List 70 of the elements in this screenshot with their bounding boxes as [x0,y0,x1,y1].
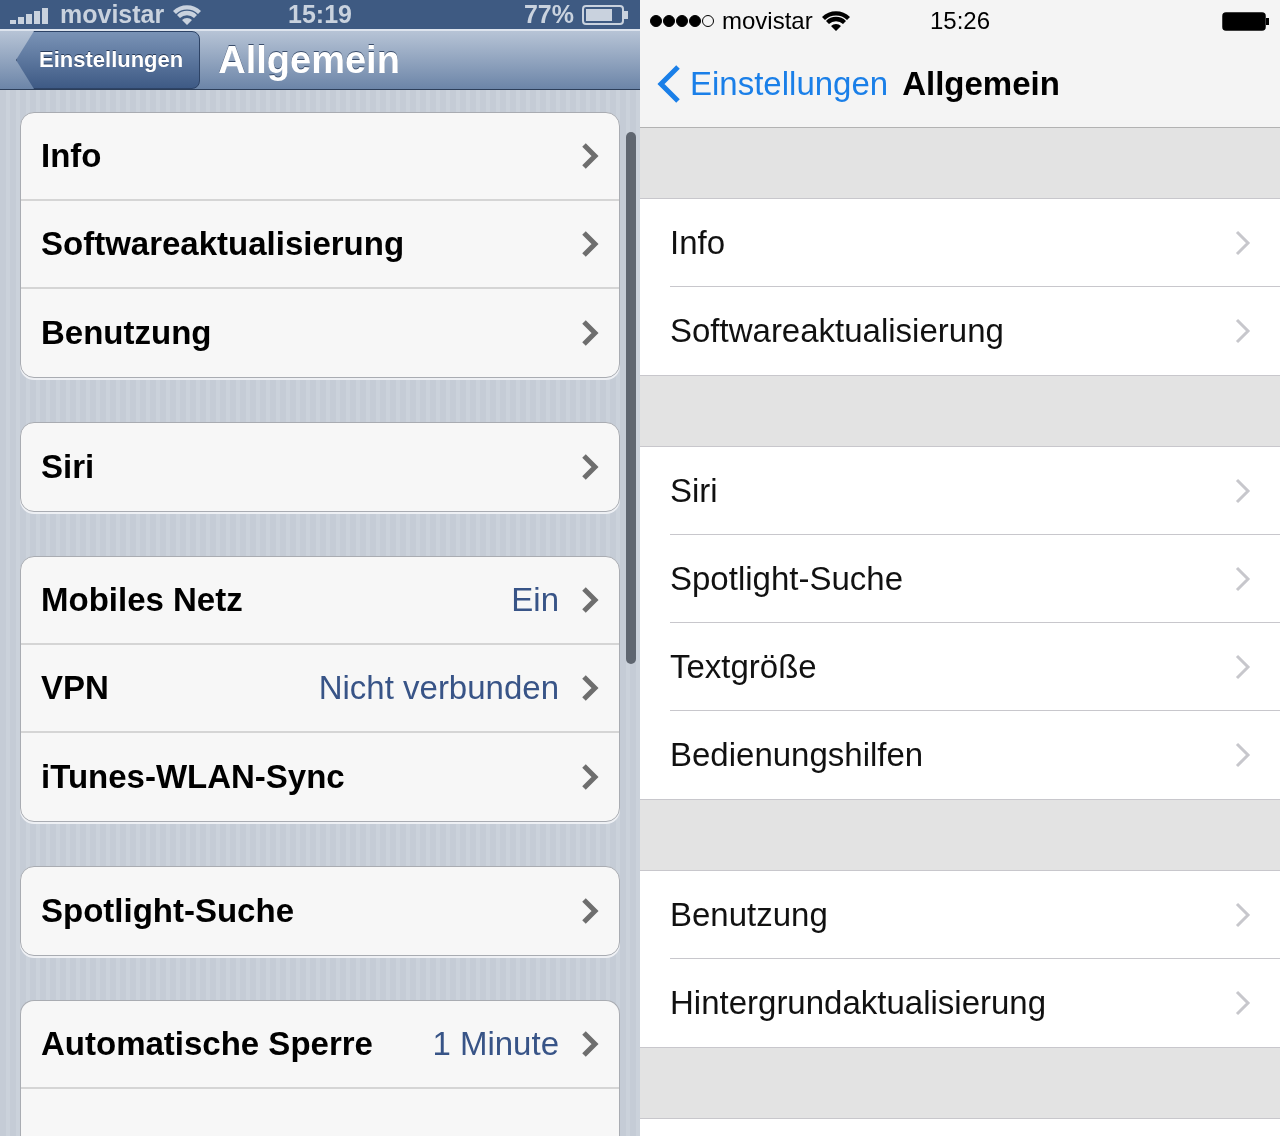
settings-row[interactable]: Info [21,113,619,201]
back-button[interactable]: Einstellungen [16,31,201,89]
settings-row[interactable]: Benutzung [21,289,619,377]
settings-row[interactable]: Spotlight-Suche [21,867,619,955]
row-label: Benutzung [41,314,213,352]
page-title: Allgemein [218,38,400,82]
row-label: Softwareaktualisierung [670,312,1005,350]
row-label: Mobiles Netz [41,581,244,619]
wifi-icon [820,10,851,32]
row-label: Automatische Sperre [41,1025,374,1063]
clock-time: 15:19 [288,0,352,29]
chevron-icon [1234,900,1252,929]
chevron-icon [581,897,599,925]
row-label: Hintergrundaktualisierung [670,984,1048,1022]
row-label: Spotlight-Suche [41,892,295,930]
back-button[interactable]: Einstellungen [656,63,889,104]
chevron-icon [1234,317,1252,345]
settings-row[interactable]: Spotlight-Suche [670,535,1280,623]
row-value: Ein [511,581,559,619]
page-title: Allgemein [902,64,1060,103]
row-label: Info [41,137,103,175]
row-label: iTunes-WLAN-Sync [41,758,346,796]
row-label: Softwareaktualisierung [41,225,406,263]
chevron-icon [1234,741,1252,769]
chevron-icon [1234,564,1252,593]
settings-row[interactable]: Automatische Sperre 1 Minute [21,1001,619,1089]
chevron-icon [581,453,599,481]
settings-row[interactable]: Bedienungshilfen [670,711,1280,799]
chevron-icon [581,586,599,614]
settings-row[interactable]: iTunes-WLAN-Sync [21,733,619,821]
row-value: Nicht verbunden [318,669,559,707]
row-label: Siri [670,471,719,510]
settings-row[interactable]: Softwareaktualisierung [670,287,1280,375]
battery-icon [582,3,630,26]
settings-row[interactable]: Hintergrundaktualisierung [670,959,1280,1047]
chevron-icon [581,142,599,170]
signal-icon [10,5,50,24]
settings-row[interactable]: Siri [670,447,1280,535]
back-chevron-icon [656,63,682,104]
chevron-icon [581,674,599,702]
settings-row[interactable]: Siri [21,423,619,511]
settings-row[interactable]: Benutzung [670,871,1280,959]
wifi-icon [172,3,203,26]
row-label: Spotlight-Suche [670,559,904,598]
settings-row[interactable]: Textgröße [670,623,1280,711]
clock-time: 15:26 [929,7,991,35]
battery-icon [1222,10,1270,32]
row-label: Textgröße [670,647,818,686]
row-label: Siri [41,448,96,486]
battery-percentage: 77% [523,0,574,29]
settings-row[interactable]: VPN Nicht verbunden [21,645,619,733]
chevron-icon [1234,476,1252,505]
row-label: Info [670,223,727,262]
row-label: Benutzung [670,895,829,934]
carrier-name: movistar [60,0,165,29]
signal-icon [650,14,714,28]
chevron-icon [581,763,599,791]
chevron-icon [581,230,599,258]
row-label: Bedienungshilfen [670,736,925,774]
chevron-icon [1234,228,1252,257]
row-label: VPN [41,669,110,707]
chevron-icon [581,319,599,347]
chevron-icon [581,1030,599,1058]
settings-row[interactable]: Mobiles Netz Ein [21,557,619,645]
row-value: 1 Minute [432,1025,559,1063]
settings-row[interactable]: Info [670,199,1280,287]
chevron-icon [1234,989,1252,1017]
carrier-name: movistar [722,7,813,35]
settings-row[interactable]: Softwareaktualisierung [21,201,619,289]
chevron-icon [1234,652,1252,681]
